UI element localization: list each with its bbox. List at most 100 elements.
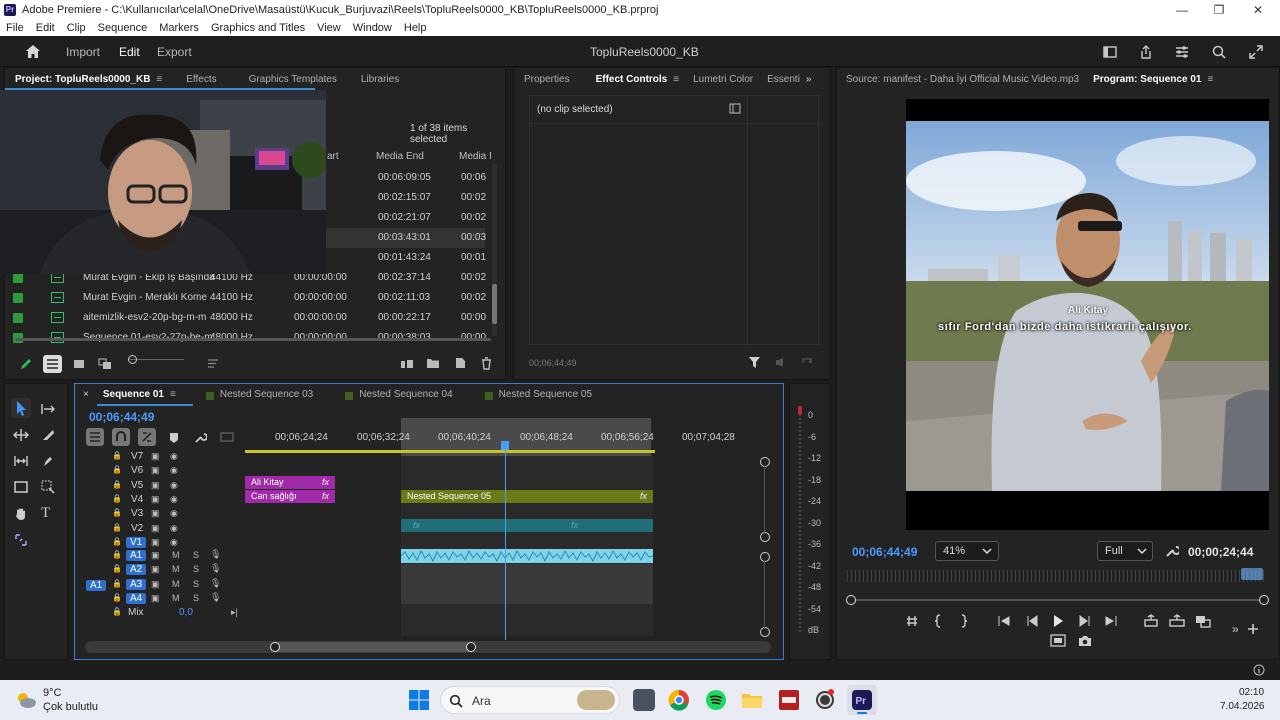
toggle-visibility-icon[interactable]: ◉ — [170, 465, 178, 476]
project-item-row[interactable]: Murat Evgin - Meraklı Kome 44100 Hz 00:00:… — [5, 288, 486, 308]
windows-start-icon[interactable] — [408, 689, 430, 711]
video-track-label[interactable]: V7 — [131, 451, 143, 462]
mark-out-icon[interactable] — [958, 614, 968, 628]
column-header-media-end[interactable]: Media End — [376, 151, 424, 162]
track-lock-icon[interactable]: 🔒 — [112, 451, 122, 460]
track-lock-icon[interactable]: 🔒 — [112, 550, 122, 559]
trash-icon[interactable] — [481, 357, 492, 370]
captions-icon[interactable] — [220, 432, 234, 442]
menu-graphics-and-titles[interactable]: Graphics and Titles — [205, 22, 311, 34]
filter-icon[interactable] — [748, 356, 761, 369]
transform-tool-icon[interactable] — [13, 532, 29, 548]
track-lock-icon[interactable]: 🔒 — [112, 523, 122, 532]
video-track-label[interactable]: V4 — [131, 494, 143, 505]
tab-nested-sequence-05[interactable]: Nested Sequence 05 — [484, 389, 606, 400]
video-scroll-handle-top[interactable] — [760, 457, 770, 467]
tab-libraries[interactable]: Libraries — [351, 74, 413, 85]
ripple-edit-icon[interactable] — [13, 428, 29, 442]
weather-cloud-icon[interactable] — [14, 688, 38, 712]
voice-over-record-icon[interactable]: 🎙 — [210, 563, 221, 574]
show-timeline-view-icon[interactable] — [729, 103, 741, 114]
voicemeeter-icon[interactable] — [778, 689, 800, 711]
column-header-start[interactable]: art — [327, 151, 339, 162]
program-playhead-marker[interactable] — [1241, 568, 1263, 580]
weather-description[interactable]: Çok bulutlu — [43, 701, 98, 713]
menu-view[interactable]: View — [311, 22, 347, 34]
chrome-icon[interactable] — [668, 689, 690, 711]
mix-jump-icon[interactable]: ▸| — [231, 607, 238, 618]
export-frame-icon[interactable] — [1195, 614, 1211, 628]
clip-a1-audio[interactable] — [400, 549, 654, 563]
sync-lock-icon[interactable]: ▣ — [151, 523, 160, 534]
new-bin-icon[interactable] — [426, 357, 440, 369]
button-editor-add-icon[interactable] — [1247, 623, 1259, 635]
fullscreen-icon[interactable] — [1248, 44, 1264, 60]
add-marker-icon[interactable] — [169, 432, 179, 444]
clip-v2-video[interactable]: fx fx — [401, 519, 653, 532]
razor-tool-icon[interactable] — [41, 428, 55, 442]
tab-properties[interactable]: Properties — [514, 74, 596, 85]
project-scrollbar[interactable] — [492, 164, 497, 336]
selection-tool[interactable] — [11, 398, 31, 418]
freeform-view-icon[interactable] — [98, 358, 112, 370]
minimize-button[interactable]: — — [1162, 0, 1202, 19]
mix-volume-value[interactable]: 0,0 — [179, 607, 193, 618]
tab-graphics-templates[interactable]: Graphics Templates — [231, 74, 351, 85]
toggle-visibility-icon[interactable]: ◉ — [170, 451, 178, 462]
track-select-forward-icon[interactable] — [40, 402, 56, 416]
hscroll-handle-right[interactable] — [466, 642, 476, 652]
menu-sequence[interactable]: Sequence — [92, 22, 154, 34]
column-header-media-duration[interactable]: Media I — [459, 151, 492, 162]
playback-resolution-dropdown[interactable]: Full — [1097, 541, 1153, 561]
clip-nested-sequence-05[interactable]: Nested Sequence 05 fx — [401, 490, 653, 503]
menu-window[interactable]: Window — [347, 22, 398, 34]
home-icon[interactable] — [25, 44, 41, 59]
workspace-import[interactable]: Import — [66, 45, 100, 59]
track-lock-icon[interactable]: 🔒 — [112, 593, 122, 602]
spotify-icon[interactable] — [705, 689, 727, 711]
sync-lock-icon[interactable]: ▣ — [151, 480, 160, 491]
timeline-settings-icon[interactable] — [194, 431, 207, 444]
go-to-in-icon[interactable] — [997, 614, 1011, 628]
voice-over-record-icon[interactable]: 🎙 — [210, 578, 221, 589]
sync-lock-icon[interactable]: ▣ — [151, 579, 160, 590]
maximize-button[interactable]: ❐ — [1199, 0, 1239, 19]
video-track-label[interactable]: V5 — [131, 480, 143, 491]
file-explorer-icon[interactable] — [741, 689, 763, 711]
clip-a2-a4-audio[interactable] — [401, 564, 653, 604]
scrollbar-thumb[interactable] — [492, 284, 497, 324]
tab-essential[interactable]: Essenti — [767, 74, 806, 85]
mute-button[interactable]: M — [172, 550, 180, 560]
video-track-label[interactable]: V1 — [126, 536, 147, 548]
project-item-row[interactable]: aitemizlik-esv2-20p-bg-m-m 48000 Hz 00:00:… — [5, 308, 486, 328]
toggle-visibility-icon[interactable]: ◉ — [170, 480, 178, 491]
mute-button[interactable]: M — [172, 593, 180, 603]
workspace-edit[interactable]: Edit — [119, 45, 140, 59]
extract-icon[interactable] — [1169, 614, 1185, 628]
panel-menu-icon[interactable]: ≡ — [1207, 74, 1213, 85]
settings-wrench-icon[interactable] — [1165, 544, 1179, 558]
sync-lock-icon[interactable]: ▣ — [151, 494, 160, 505]
audio-vscroll[interactable] — [764, 561, 765, 629]
share-icon[interactable] — [1138, 44, 1154, 60]
video-vscroll[interactable] — [764, 466, 765, 534]
voice-over-record-icon[interactable]: 🎙 — [210, 592, 221, 603]
hscroll-handle-left[interactable] — [270, 642, 280, 652]
go-to-out-icon[interactable] — [1104, 614, 1118, 628]
video-track-label[interactable]: V2 — [131, 523, 143, 534]
tab-source-monitor[interactable]: Source: manifest - Daha İyi Official Mus… — [837, 74, 1093, 85]
menu-help[interactable]: Help — [398, 22, 433, 34]
progress-dashboard-icon[interactable] — [1174, 44, 1190, 60]
automate-to-sequence-icon[interactable] — [400, 358, 414, 370]
video-scroll-handle-bottom[interactable] — [760, 532, 770, 542]
tab-nested-sequence-04[interactable]: Nested Sequence 04 — [345, 389, 484, 400]
lift-icon[interactable] — [1143, 614, 1159, 628]
zoom-handle-right[interactable] — [1259, 595, 1269, 605]
toggle-visibility-icon[interactable]: ◉ — [170, 523, 178, 534]
track-lock-icon[interactable]: 🔒 — [112, 564, 122, 573]
premiere-taskbar-button[interactable]: Pr — [847, 685, 877, 715]
loop-icon[interactable] — [801, 357, 813, 368]
track-lock-icon[interactable]: 🔒 — [112, 537, 122, 546]
clip-can-sagligi[interactable]: Can sağlığı fx — [245, 490, 335, 503]
more-tabs-icon[interactable]: » — [806, 74, 812, 85]
